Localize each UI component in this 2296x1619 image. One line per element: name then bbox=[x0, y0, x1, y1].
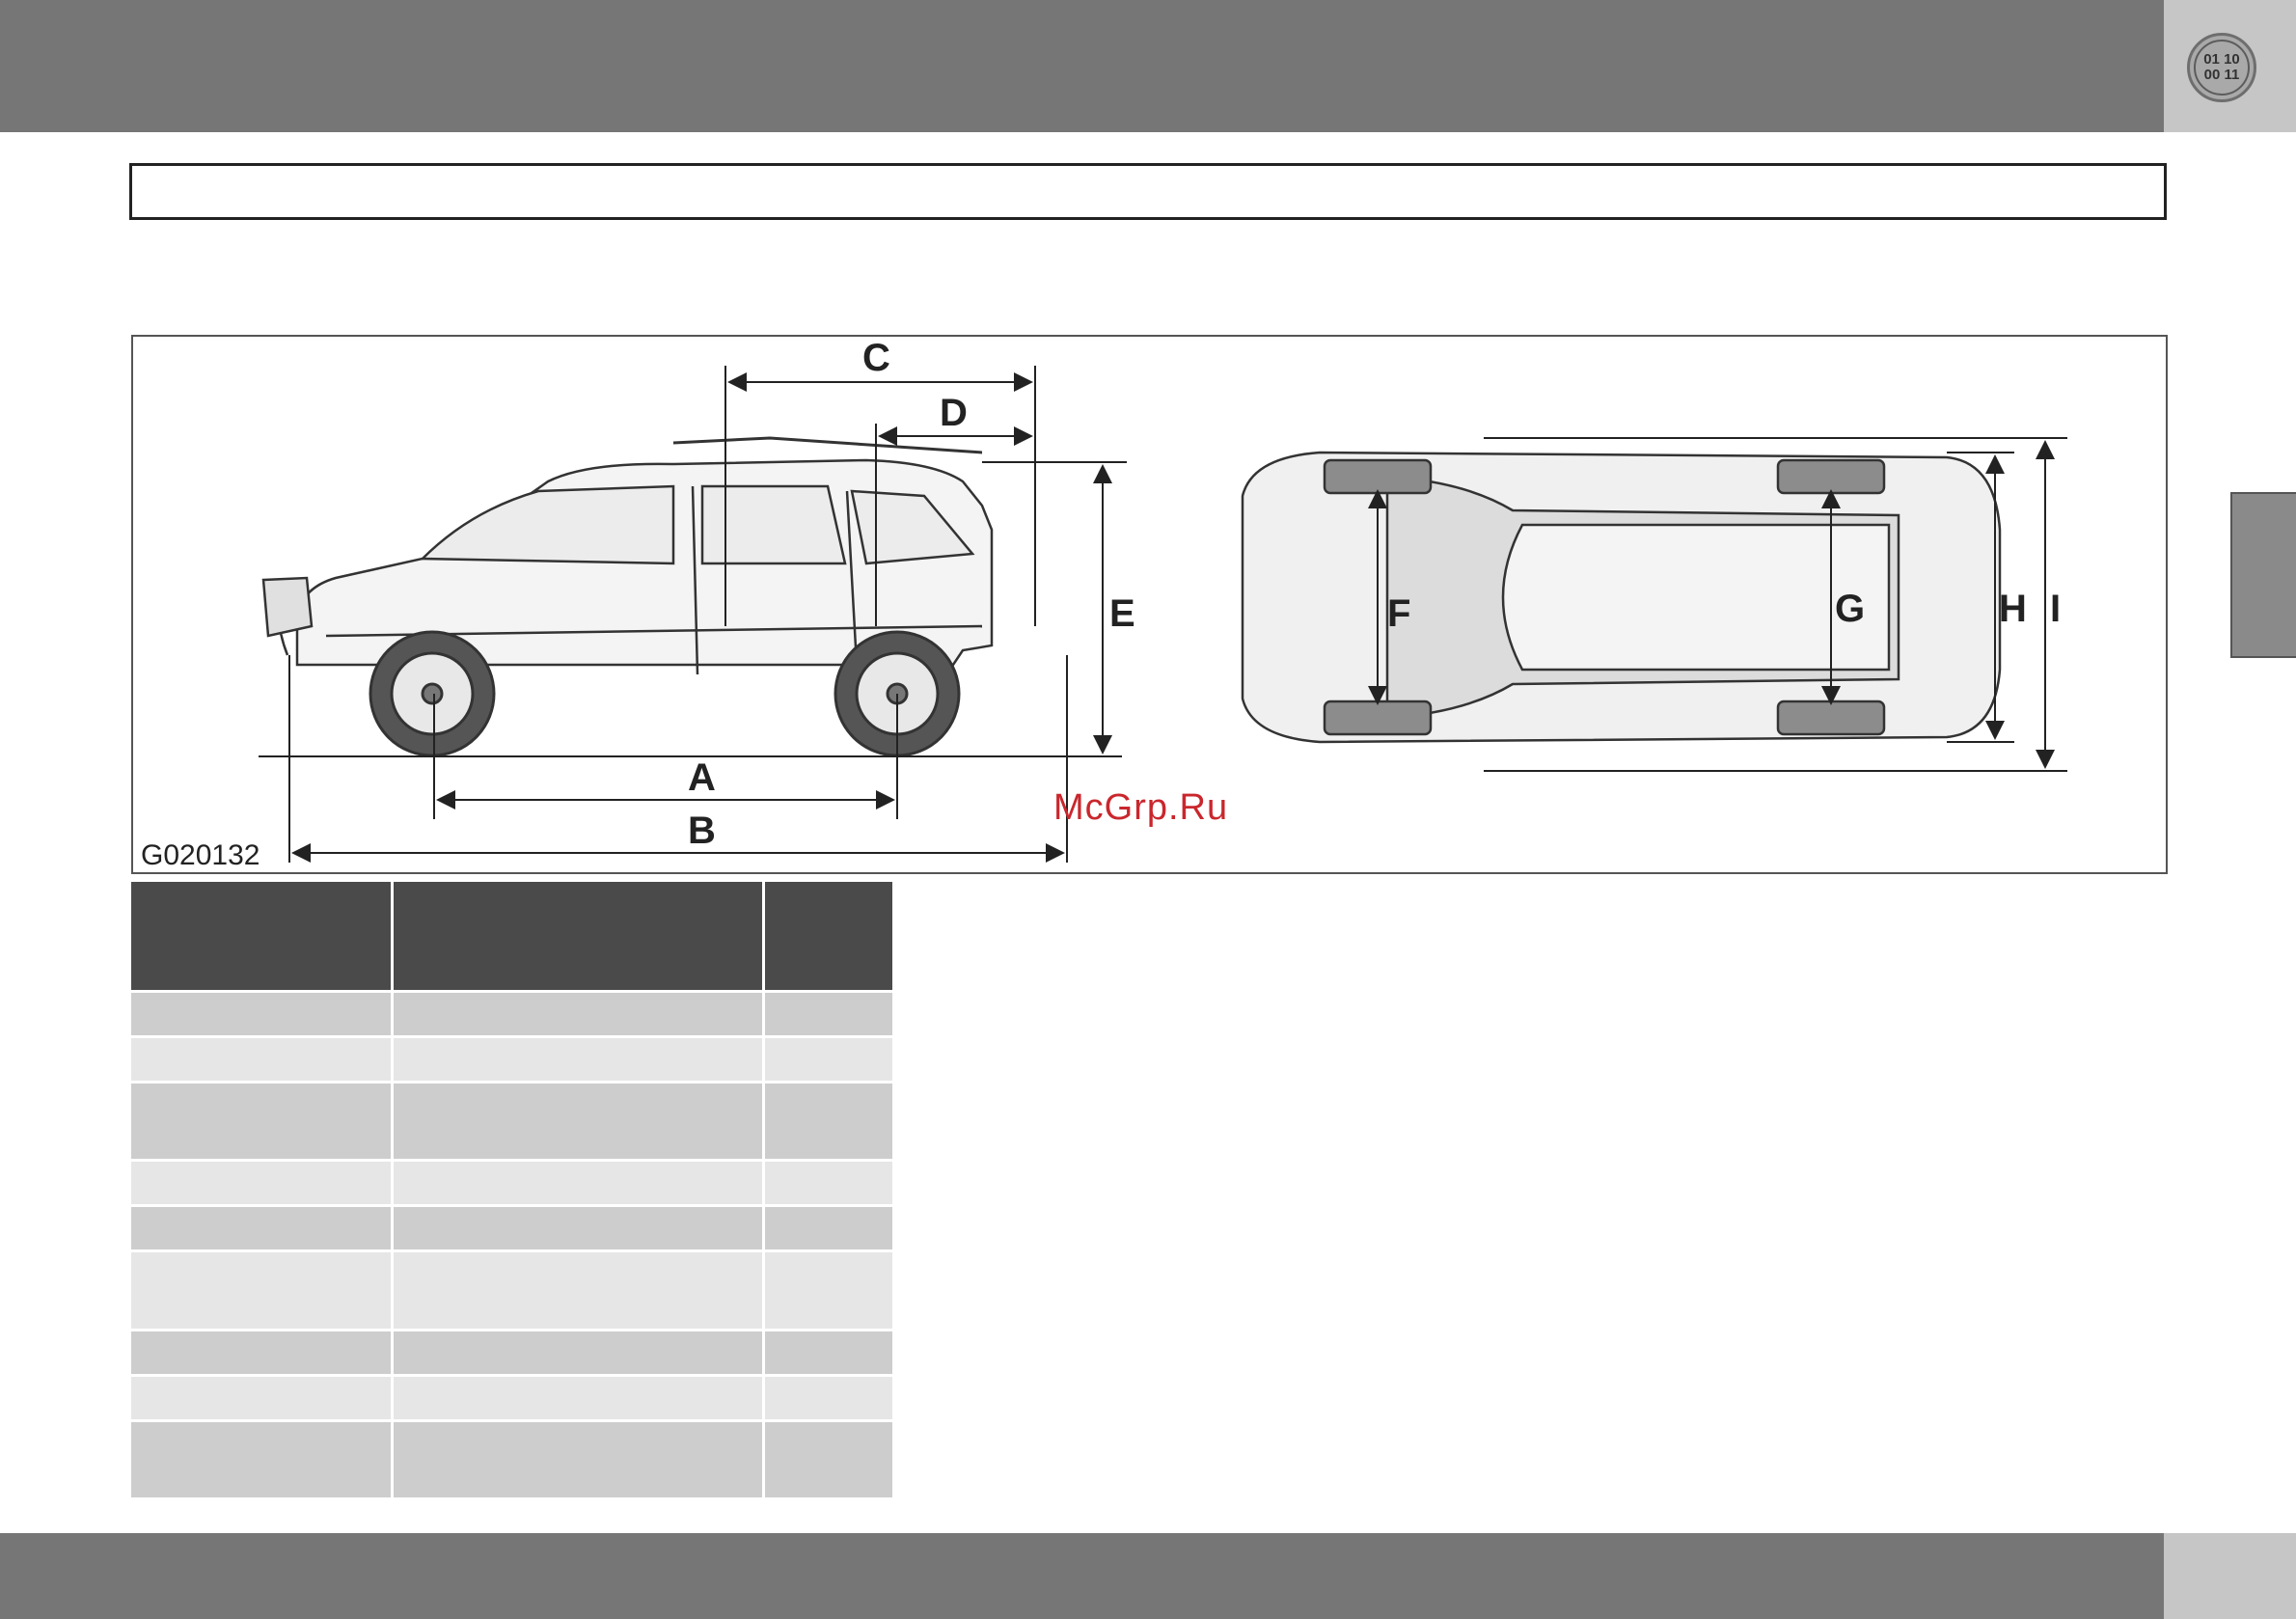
section-title-box bbox=[129, 163, 2167, 220]
top-header-bar bbox=[0, 0, 2164, 132]
binary-chapter-icon: 01 10 00 11 bbox=[2187, 33, 2256, 102]
table-row bbox=[131, 1422, 892, 1500]
top-view-car bbox=[1241, 451, 2002, 744]
table-row bbox=[131, 993, 892, 1038]
bottom-footer-bar bbox=[0, 1533, 2164, 1619]
table-row bbox=[131, 1038, 892, 1084]
table-header-row bbox=[131, 882, 892, 993]
table-row bbox=[131, 1331, 892, 1377]
dim-label-c: C bbox=[862, 337, 890, 379]
dimensions-table bbox=[131, 882, 892, 1500]
chapter-side-tab[interactable] bbox=[2230, 492, 2296, 658]
watermark: McGrp.Ru bbox=[1053, 787, 1229, 828]
dim-label-i: I bbox=[2050, 588, 2061, 630]
dim-label-f: F bbox=[1387, 592, 1410, 635]
dim-label-g: G bbox=[1835, 588, 1865, 630]
dim-label-b: B bbox=[688, 810, 716, 852]
bottom-corner-panel bbox=[2164, 1533, 2296, 1619]
dim-label-e: E bbox=[1109, 592, 1135, 635]
dim-label-d: D bbox=[940, 392, 968, 434]
table-row bbox=[131, 1377, 892, 1422]
badge-line-1: 01 10 bbox=[2203, 51, 2240, 68]
table-row bbox=[131, 1084, 892, 1162]
badge-line-2: 00 11 bbox=[2203, 67, 2240, 83]
table-row bbox=[131, 1162, 892, 1207]
dim-label-a: A bbox=[688, 756, 716, 799]
figure-code: G020132 bbox=[141, 839, 260, 871]
table-row bbox=[131, 1207, 892, 1252]
dim-label-h: H bbox=[1999, 588, 2027, 630]
table-row bbox=[131, 1252, 892, 1331]
